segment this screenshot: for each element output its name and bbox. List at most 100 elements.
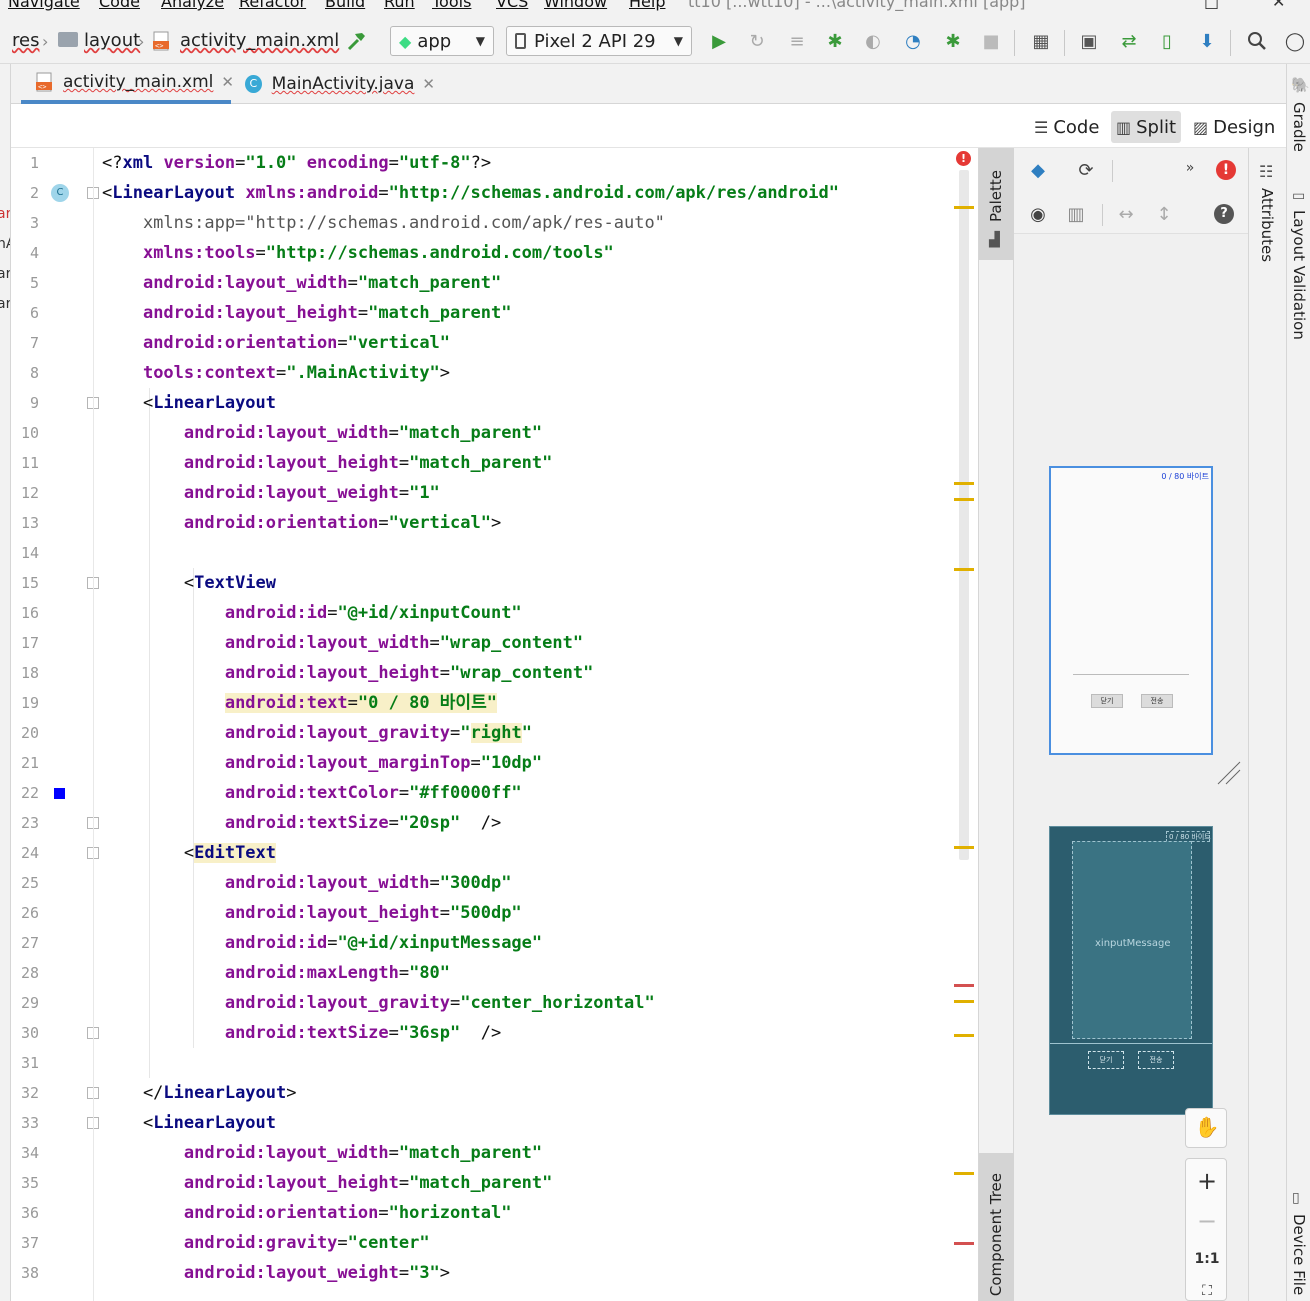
apply-changes-icon[interactable]: ↻: [744, 28, 770, 54]
menu-vcs[interactable]: VCS: [496, 0, 528, 11]
menu-help[interactable]: Help: [629, 0, 665, 11]
close-window-icon[interactable]: ✕: [1272, 0, 1285, 11]
profile-icon[interactable]: ◔: [900, 28, 926, 54]
gradle-tool-button[interactable]: Gradle: [1290, 102, 1308, 152]
component-tree-toggle[interactable]: Component Tree: [979, 1153, 1014, 1301]
error-stripe[interactable]: !: [950, 148, 978, 1301]
menu-run[interactable]: Run: [384, 0, 415, 11]
search-icon[interactable]: [1244, 28, 1270, 54]
code-line[interactable]: android:layout_height="match_parent": [102, 448, 552, 478]
error-marker[interactable]: [954, 984, 974, 987]
menu-refactor[interactable]: Refactor: [239, 0, 306, 11]
code-editor[interactable]: <?xml version="1.0" encoding="utf-8"?> <L…: [102, 148, 950, 1301]
view-options-eye-icon[interactable]: ◉: [1024, 200, 1052, 228]
breadcrumb-file[interactable]: activity_main.xml: [180, 30, 339, 51]
run-with-coverage-icon[interactable]: ◐: [860, 28, 886, 54]
code-line[interactable]: <LinearLayout: [102, 388, 276, 418]
maximize-icon[interactable]: □: [1204, 0, 1219, 11]
code-line[interactable]: tools:context=".MainActivity">: [102, 358, 450, 388]
layout-guidelines-icon[interactable]: ▥: [1062, 200, 1090, 228]
attach-debugger-icon[interactable]: ✱: [940, 28, 966, 54]
menu-window[interactable]: Window: [544, 0, 607, 11]
help-icon[interactable]: ?: [1210, 200, 1238, 228]
breadcrumb-res[interactable]: res: [12, 30, 39, 51]
warning-marker[interactable]: [954, 1034, 974, 1037]
avd-manager-icon[interactable]: ▣: [1076, 28, 1102, 54]
attributes-label[interactable]: Attributes: [1258, 188, 1276, 262]
code-line[interactable]: android:layout_width="match_parent": [102, 1138, 542, 1168]
code-line[interactable]: xmlns:app="http://schemas.android.com/ap…: [102, 208, 665, 238]
module-dropdown[interactable]: ◆ app ▼: [390, 26, 494, 56]
close-tab-icon[interactable]: ✕: [422, 75, 435, 93]
warning-marker[interactable]: [954, 1000, 974, 1003]
pan-tool[interactable]: ✋: [1185, 1108, 1227, 1148]
code-line[interactable]: android:layout_width="300dp": [102, 868, 512, 898]
apply-code-changes-icon[interactable]: ≡: [784, 28, 810, 54]
debug-icon[interactable]: ✱: [822, 28, 848, 54]
menu-tools[interactable]: Tools: [432, 0, 471, 11]
code-line[interactable]: android:layout_height="500dp": [102, 898, 522, 928]
code-line[interactable]: android:orientation="vertical": [102, 328, 450, 358]
orientation-icon[interactable]: ⟳: [1072, 156, 1100, 184]
breadcrumb-layout[interactable]: layout: [84, 30, 140, 51]
account-icon[interactable]: ◯: [1282, 28, 1308, 54]
menu-navigate[interactable]: Navigate: [8, 0, 80, 11]
code-line[interactable]: <LinearLayout xmlns:android="http://sche…: [102, 178, 839, 208]
warning-marker[interactable]: [954, 846, 974, 849]
design-surface[interactable]: ◆ ⟳ » ! ◉ ▥ ↔ ↕ ? 0 / 80 바이트 닫기 전송 0 / 8…: [1014, 148, 1248, 1301]
code-line[interactable]: android:gravity="center": [102, 1228, 430, 1258]
zoom-out-icon[interactable]: −: [1186, 1207, 1228, 1235]
design-blueprint-toggle-icon[interactable]: ◆: [1024, 156, 1052, 184]
resize-handle-icon[interactable]: [1214, 758, 1244, 788]
code-line[interactable]: android:layout_gravity="center_horizonta…: [102, 988, 655, 1018]
more-options-icon[interactable]: »: [1176, 154, 1204, 182]
blueprint-preview[interactable]: 0 / 80 바이트 xinputMessage 닫기 전송: [1049, 826, 1213, 1115]
code-line[interactable]: android:layout_width="match_parent": [102, 268, 501, 298]
layout-validation-tool-button[interactable]: Layout Validation: [1290, 210, 1308, 340]
design-preview[interactable]: 0 / 80 바이트 닫기 전송: [1049, 466, 1213, 755]
code-line[interactable]: android:id="@+id/xinputMessage": [102, 928, 542, 958]
color-swatch-icon[interactable]: [54, 788, 65, 799]
code-line[interactable]: <TextView: [102, 568, 276, 598]
code-line[interactable]: android:layout_gravity="right": [102, 718, 532, 748]
warning-marker[interactable]: [954, 206, 974, 209]
error-marker[interactable]: [954, 1242, 974, 1245]
related-class-icon[interactable]: C: [51, 184, 69, 202]
palette-toggle[interactable]: Palette ▟: [979, 148, 1014, 260]
code-mode-button[interactable]: ☰ Code: [1029, 111, 1104, 143]
hammer-icon[interactable]: [344, 28, 370, 54]
warning-marker[interactable]: [954, 482, 974, 485]
code-line[interactable]: android:layout_weight="3">: [102, 1258, 450, 1288]
menu-build[interactable]: Build: [325, 0, 365, 11]
menu-code[interactable]: Code: [99, 0, 140, 11]
error-indicator-icon[interactable]: !: [956, 151, 971, 166]
code-line[interactable]: android:textColor="#ff0000ff": [102, 778, 522, 808]
warning-marker[interactable]: [954, 1172, 974, 1175]
vertical-resize-icon[interactable]: ↕: [1150, 200, 1178, 228]
code-line[interactable]: android:id="@+id/xinputCount": [102, 598, 522, 628]
close-tab-icon[interactable]: ✕: [221, 73, 234, 91]
editor-scrollbar[interactable]: [959, 170, 969, 860]
code-line[interactable]: android:orientation="vertical">: [102, 508, 501, 538]
device-dropdown[interactable]: Pixel 2 API 29 ▼: [506, 26, 692, 56]
code-line[interactable]: android:maxLength="80": [102, 958, 450, 988]
code-line[interactable]: android:textSize="36sp" />: [102, 1018, 501, 1048]
device-file-explorer-button[interactable]: Device File: [1290, 1214, 1308, 1295]
code-line[interactable]: android:layout_height="wrap_content": [102, 658, 593, 688]
project-structure-icon[interactable]: ▦: [1028, 28, 1054, 54]
code-line[interactable]: android:orientation="horizontal": [102, 1198, 512, 1228]
zoom-actual-size-button[interactable]: 1:1: [1186, 1251, 1228, 1267]
tab-mainactivity[interactable]: C MainActivity.java ✕: [235, 64, 435, 104]
design-mode-button[interactable]: ▨ Design: [1188, 111, 1280, 143]
stop-icon[interactable]: ■: [978, 28, 1004, 54]
run-icon[interactable]: ▶: [706, 28, 732, 54]
code-line[interactable]: android:layout_height="match_parent": [102, 1168, 552, 1198]
warning-marker[interactable]: [954, 498, 974, 501]
code-line[interactable]: android:text="0 / 80 바이트": [102, 688, 497, 718]
code-line[interactable]: android:layout_height="match_parent": [102, 298, 511, 328]
code-line[interactable]: <EditText: [102, 838, 277, 868]
code-line[interactable]: </LinearLayout>: [102, 1078, 297, 1108]
tab-activity-main[interactable]: <> activity_main.xml ✕: [21, 64, 234, 104]
code-line[interactable]: android:layout_width="wrap_content": [102, 628, 583, 658]
split-mode-button[interactable]: ▥ Split: [1111, 111, 1182, 143]
